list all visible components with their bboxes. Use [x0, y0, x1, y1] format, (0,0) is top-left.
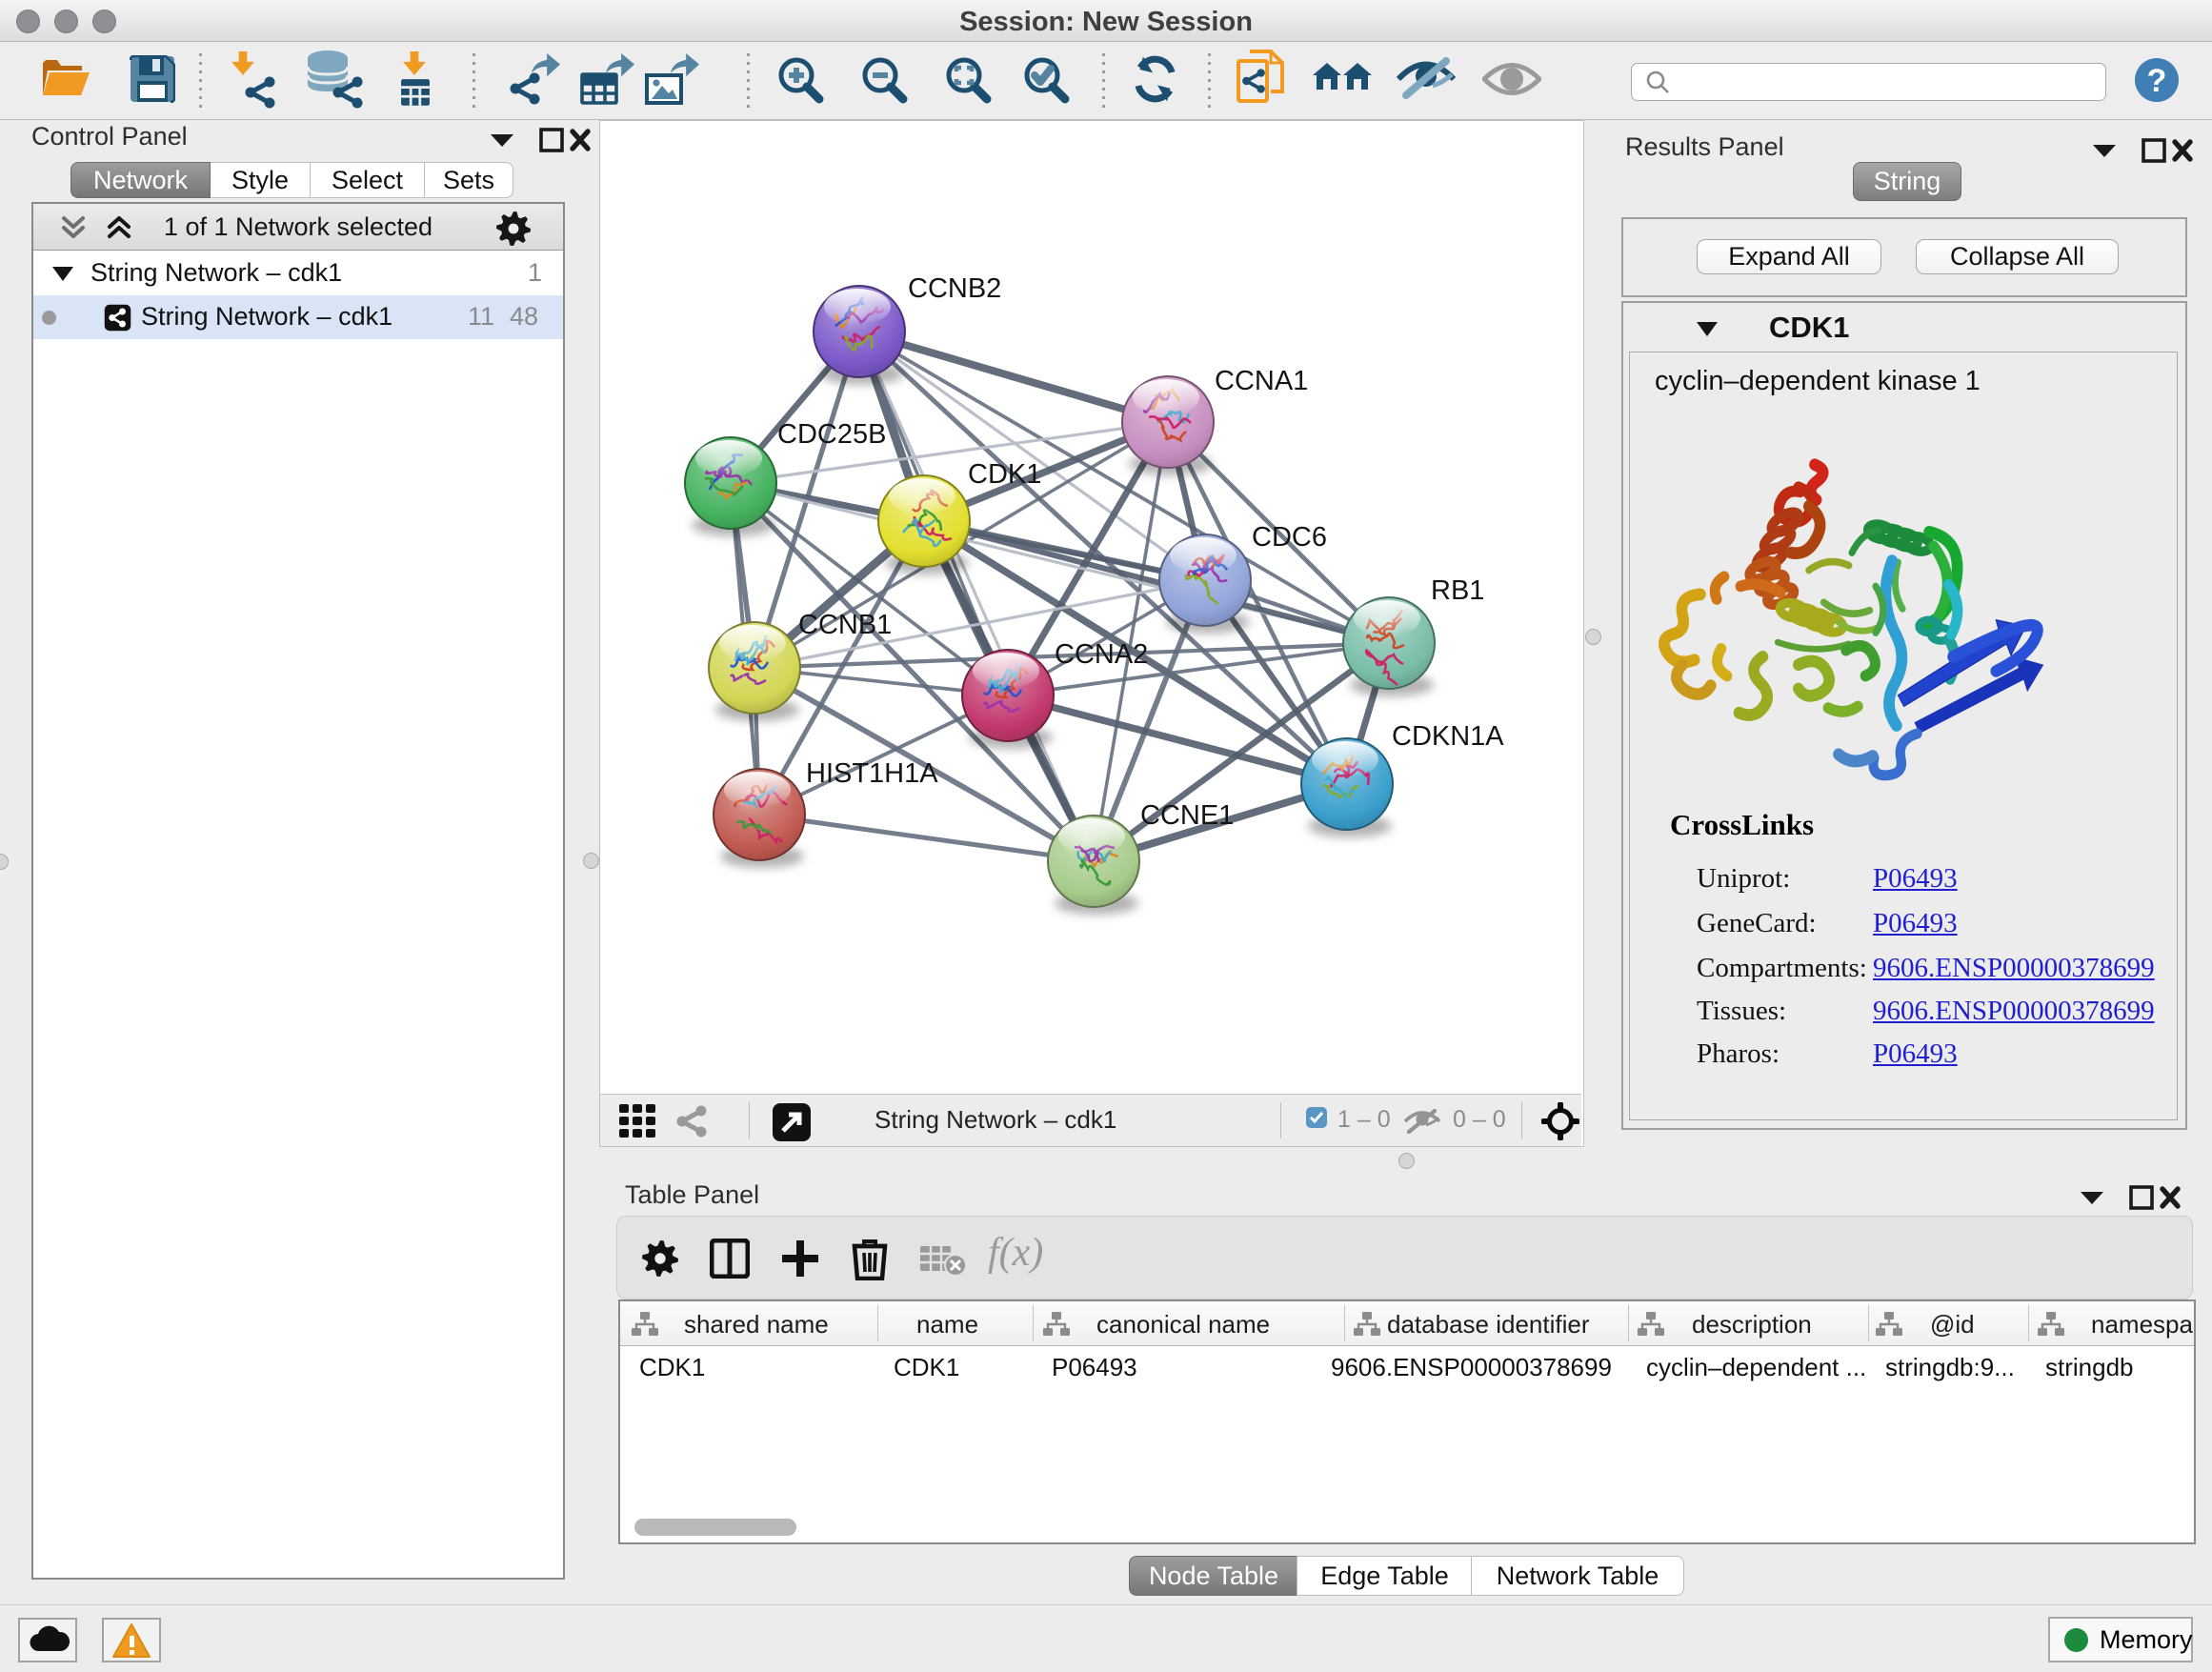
svg-text:CCNA1: CCNA1 [1215, 366, 1308, 396]
svg-text:RB1: RB1 [1431, 575, 1484, 606]
svg-text:CCNB2: CCNB2 [908, 273, 1001, 304]
svg-text:CDK1: CDK1 [968, 459, 1041, 490]
svg-text:CCNB1: CCNB1 [798, 610, 892, 640]
svg-text:CDKN1A: CDKN1A [1392, 721, 1504, 752]
svg-text:CCNA2: CCNA2 [1055, 639, 1148, 670]
svg-text:CDC6: CDC6 [1252, 522, 1327, 553]
svg-text:HIST1H1A: HIST1H1A [806, 758, 938, 789]
svg-text:CCNE1: CCNE1 [1140, 800, 1234, 831]
svg-text:CDC25B: CDC25B [777, 419, 886, 450]
svg-text:?: ? [2147, 63, 2167, 99]
